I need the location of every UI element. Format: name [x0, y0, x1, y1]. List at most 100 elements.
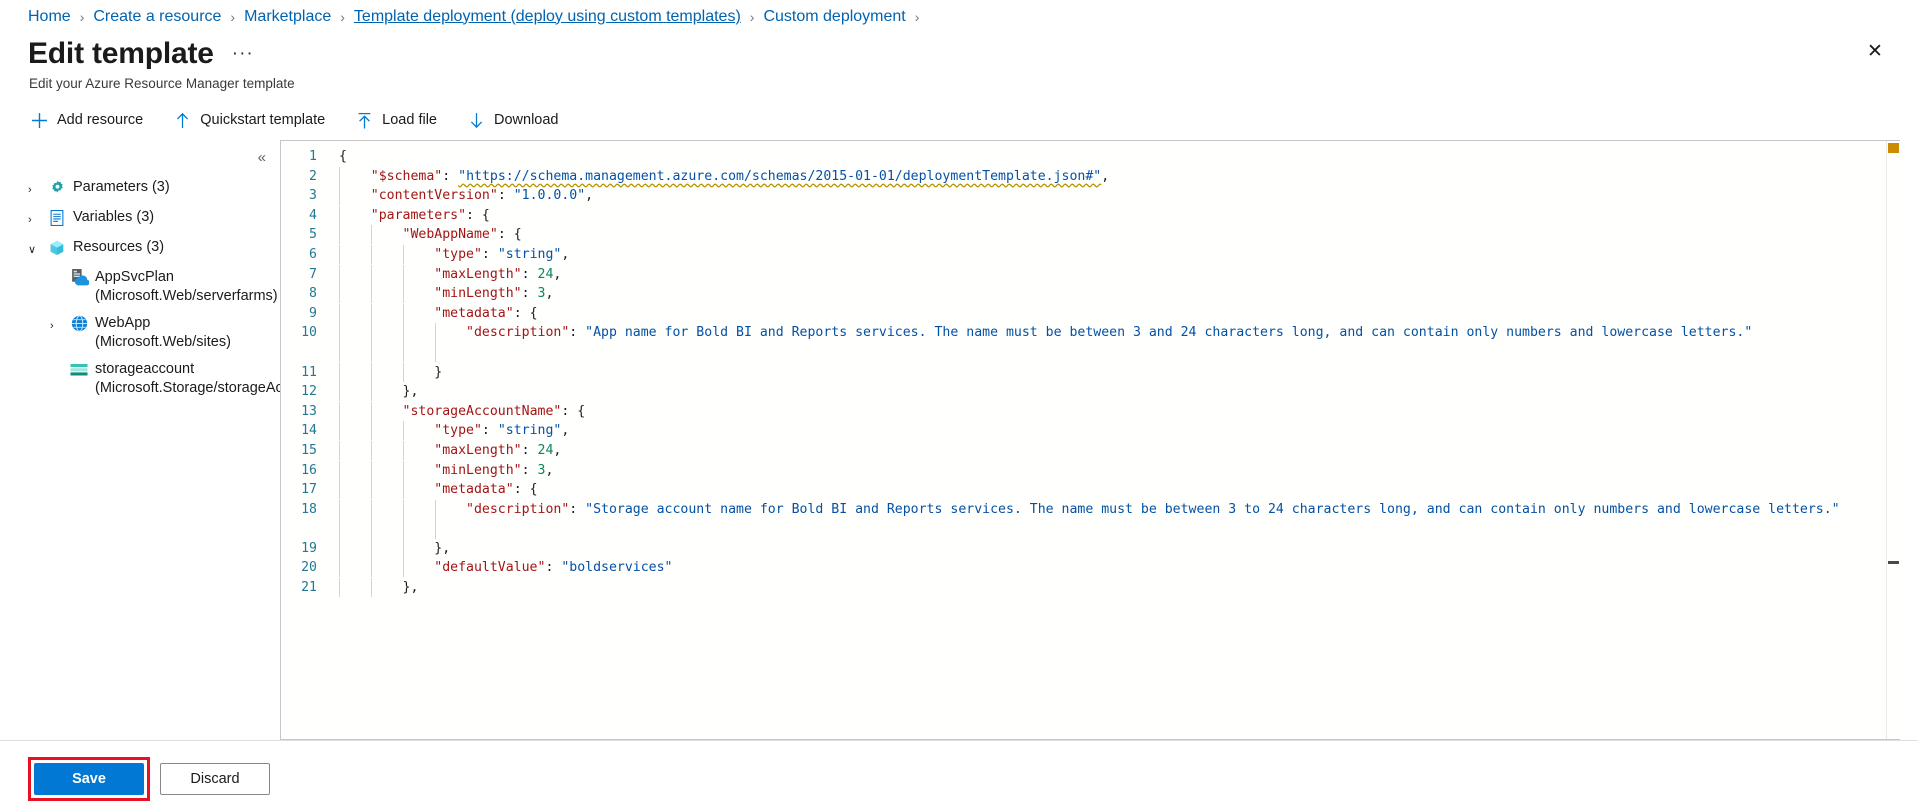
line-number: 15	[301, 442, 317, 458]
line-number: 19	[301, 540, 317, 556]
code-token: :	[481, 423, 498, 439]
code-token: ,	[561, 246, 570, 262]
indent-guide	[339, 460, 340, 480]
toolbar-quickstart-template-button[interactable]: Quickstart template	[171, 109, 327, 131]
breadcrumb-item-4[interactable]: Custom deployment	[763, 8, 905, 26]
indent-guide	[371, 284, 372, 304]
indent-guide	[403, 362, 404, 382]
close-icon[interactable]: ✕	[1864, 40, 1886, 62]
save-button[interactable]: Save	[34, 763, 144, 795]
page-subtitle: Edit your Azure Resource Manager templat…	[29, 76, 295, 91]
code-token: :	[569, 501, 586, 517]
line-number: 3	[309, 188, 317, 204]
code-token: },	[402, 580, 419, 596]
line-number-continuation: .	[281, 343, 329, 363]
chevron-right-icon[interactable]: ›	[28, 208, 46, 230]
code-token: "1.0.0.0"	[513, 188, 586, 204]
toolbar-item-label: Quickstart template	[200, 112, 326, 128]
indent-guide	[403, 244, 404, 264]
code-content[interactable]: { "$schema": "https://schema.management.…	[329, 141, 1900, 739]
tree-item-3[interactable]: ›AppSvcPlan (Microsoft.Web/serverfarms)	[50, 268, 280, 306]
code-token: "defaultValue"	[434, 560, 546, 576]
indent-guide	[339, 382, 340, 402]
tree-item-label: AppSvcPlan (Microsoft.Web/serverfarms)	[95, 269, 278, 304]
tree-item-5[interactable]: ›storageaccount (Microsoft.Storage/stora…	[50, 360, 314, 398]
save-highlight-box: Save	[28, 757, 150, 801]
line-number: 6	[309, 246, 317, 262]
discard-button[interactable]: Discard	[160, 763, 270, 795]
line-number: 10	[301, 325, 317, 341]
code-token: "string"	[497, 246, 562, 262]
line-number: 4	[309, 207, 317, 223]
line-number: 14	[301, 423, 317, 439]
more-options-button[interactable]: ···	[232, 44, 254, 63]
code-token: :	[521, 286, 538, 302]
code-token: "maxLength"	[434, 266, 522, 282]
code-line-4: "parameters": {	[329, 205, 1900, 226]
tree-item-1[interactable]: › Variables (3)	[28, 208, 280, 230]
code-token: "$schema"	[370, 168, 443, 184]
indent-guide	[371, 538, 372, 558]
indent-guide	[403, 323, 404, 363]
line-number: 2	[309, 168, 317, 184]
chevron-down-icon[interactable]: ∨	[28, 238, 46, 260]
indent-guide	[339, 578, 340, 598]
chevron-right-icon[interactable]: ›	[28, 178, 46, 200]
editor-overview-ruler[interactable]	[1886, 141, 1900, 739]
arrow-down-icon	[467, 111, 485, 129]
indent-guide	[339, 205, 340, 225]
tree-item-label: Resources (3)	[73, 239, 165, 255]
tree-item-2[interactable]: ∨ Resources (3)	[28, 238, 280, 260]
code-token: : {	[561, 403, 586, 419]
toolbar-download-button[interactable]: Download	[465, 109, 561, 131]
line-number: 11	[301, 364, 317, 380]
code-token: "maxLength"	[434, 442, 522, 458]
tree-item-4[interactable]: › WebApp (Microsoft.Web/sites)	[50, 314, 280, 352]
document-icon	[46, 208, 68, 227]
breadcrumb-item-3[interactable]: Template deployment (deploy using custom…	[354, 8, 741, 26]
code-token: :	[497, 188, 514, 204]
indent-guide	[339, 244, 340, 264]
tree-item-0[interactable]: › Parameters (3)	[28, 178, 280, 200]
code-token: "metadata"	[434, 305, 514, 321]
code-token: "WebAppName"	[402, 227, 498, 243]
indent-guide	[339, 303, 340, 323]
scroll-position-marker	[1888, 561, 1899, 564]
code-token: "minLength"	[434, 462, 522, 478]
code-editor[interactable]: 12345678910.1112131415161718.192021 { "$…	[280, 140, 1900, 740]
code-token: {	[339, 149, 347, 164]
code-token: ,	[545, 462, 554, 478]
toolbar-load-file-button[interactable]: Load file	[353, 109, 439, 131]
indent-guide	[403, 421, 404, 441]
tree-item-label: Parameters (3)	[73, 179, 170, 195]
code-token: "storageAccountName"	[402, 403, 562, 419]
code-line-10: "description": "App name for Bold BI and…	[329, 323, 1900, 363]
code-line-16: "minLength": 3,	[329, 460, 1900, 481]
breadcrumb-item-1[interactable]: Create a resource	[93, 8, 221, 26]
gear-icon	[46, 178, 68, 197]
breadcrumb-item-0[interactable]: Home	[28, 8, 71, 26]
indent-guide	[371, 578, 372, 598]
toolbar-add-resource-button[interactable]: Add resource	[28, 109, 145, 131]
indent-guide	[403, 440, 404, 460]
line-number: 17	[301, 482, 317, 498]
code-line-8: "minLength": 3,	[329, 284, 1900, 304]
chevron-right-icon[interactable]: ›	[50, 314, 68, 336]
code-line-19: },	[329, 538, 1900, 559]
breadcrumb-item-2[interactable]: Marketplace	[244, 8, 331, 26]
collapse-pane-icon[interactable]: «	[258, 150, 266, 165]
line-number: 16	[301, 462, 317, 478]
code-token: },	[402, 384, 419, 400]
page-title: Edit template	[28, 37, 214, 70]
code-token: "metadata"	[434, 482, 514, 498]
indent-guide	[339, 323, 340, 363]
indent-guide	[371, 480, 372, 500]
horizontal-scrollbar[interactable]	[281, 734, 1886, 739]
code-token: :	[521, 442, 538, 458]
